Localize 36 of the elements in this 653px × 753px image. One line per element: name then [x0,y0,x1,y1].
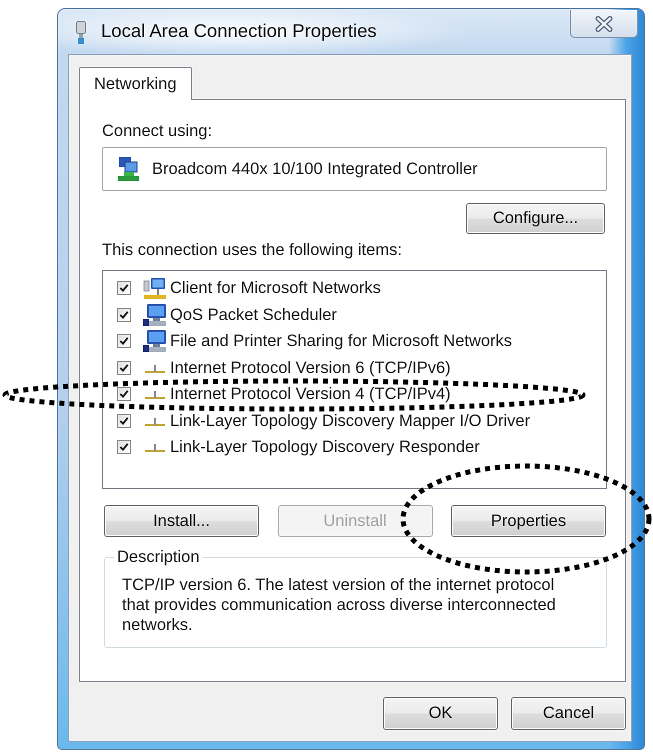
plug-icon [75,21,87,44]
list-label: This connection uses the following items: [102,240,402,260]
list-item[interactable]: QoS Packet Scheduler [168,304,339,325]
dialog-button[interactable]: OK [383,697,498,730]
description-text: TCP/IP version 6. The latest version of the internet protocol that provides communication across diverse interconnected networks. [122,575,557,635]
computer-icon [143,304,167,326]
junction-icon [145,444,165,452]
list-item[interactable]: Internet Protocol Version 6 (TCP/IPv6) [168,358,453,378]
checkbox[interactable] [117,360,131,375]
window-title: Local Area Connection Properties [101,20,377,42]
configure-button[interactable]: Configure... [466,203,605,234]
network-adapter-icon [118,157,139,181]
junction-icon [145,391,165,400]
junction-icon [145,364,165,373]
checkbox[interactable] [117,440,131,454]
action-button[interactable]: Install... [104,505,259,537]
network-computer-icon [143,278,167,299]
tab[interactable]: Networking [79,67,192,100]
list-item[interactable]: Link-Layer Topology Discovery Mapper I/O Driver [168,410,532,431]
computer-icon [143,330,167,352]
list-item[interactable]: Client for Microsoft Networks [168,278,383,298]
list-item[interactable]: File and Printer Sharing for Microsoft Networks [168,331,514,352]
junction-icon [145,418,165,426]
checkbox[interactable] [117,414,131,428]
dialog-button[interactable]: Cancel [511,697,626,730]
checkbox[interactable] [117,281,131,296]
action-button[interactable]: Properties [451,505,606,537]
close-button[interactable] [570,10,638,38]
checkbox[interactable] [117,308,131,322]
adapter-name: Broadcom 440x 10/100 Integrated Controller [152,160,478,178]
checkbox[interactable] [117,334,131,348]
field-label: Connect using: [102,121,212,141]
list-item[interactable]: Link-Layer Topology Discovery Responder [168,437,482,458]
checkbox[interactable] [117,387,131,402]
close-icon [595,16,613,32]
group-label: Description [116,547,201,567]
